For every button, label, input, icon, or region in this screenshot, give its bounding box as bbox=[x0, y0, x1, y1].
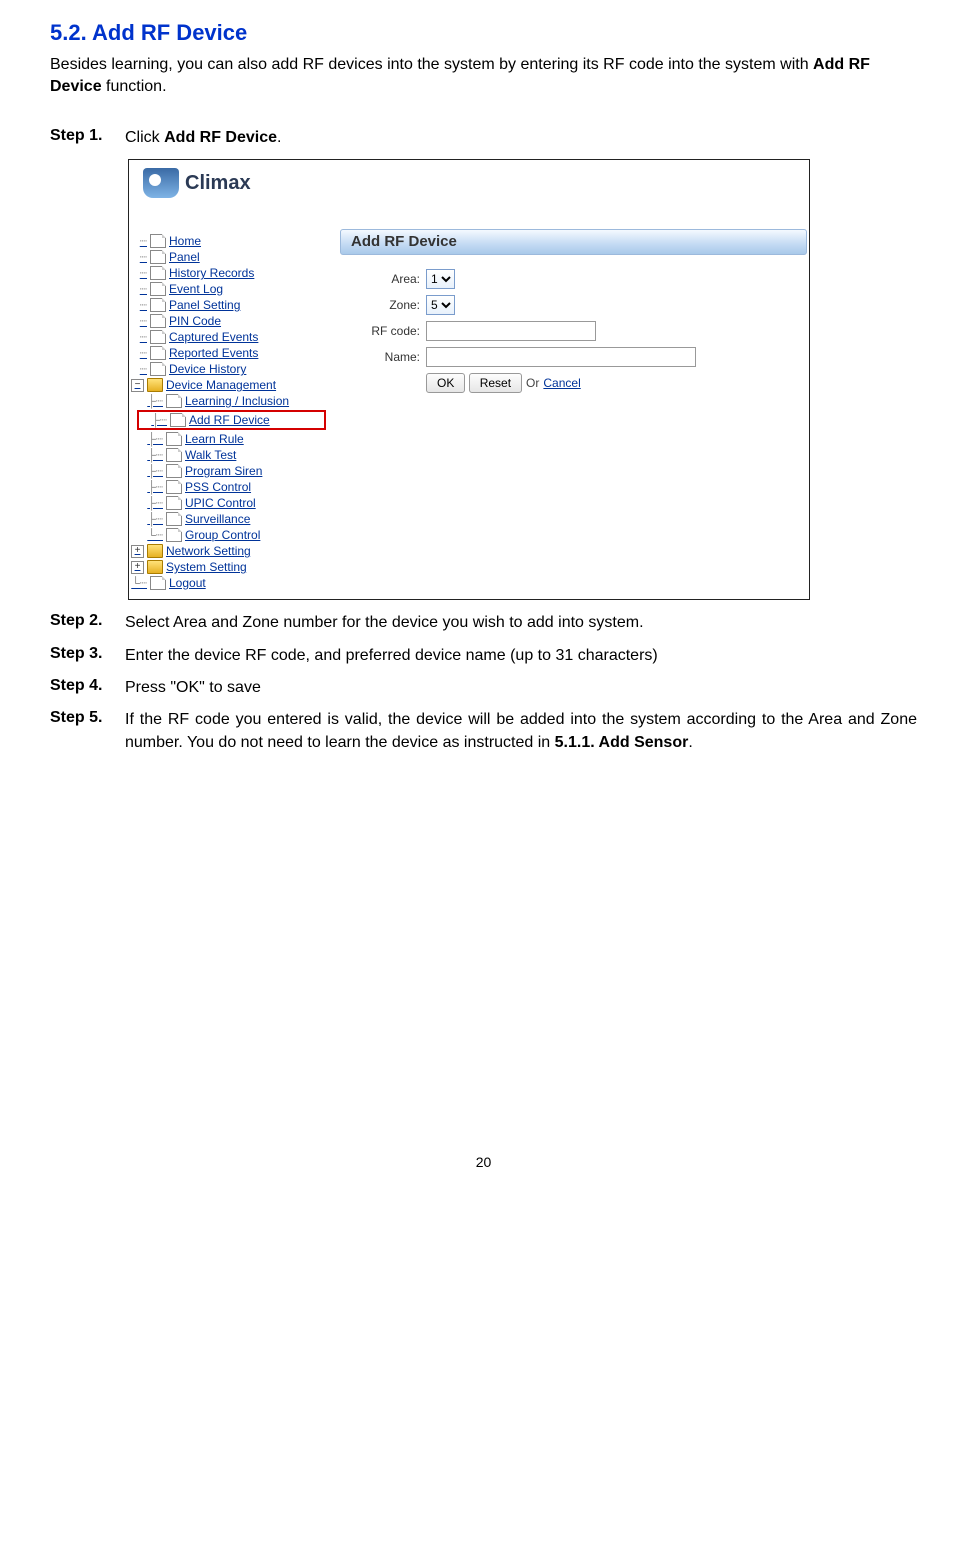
file-icon bbox=[150, 234, 166, 248]
expand-icon[interactable]: + bbox=[131, 545, 144, 558]
step-label: Step 2. bbox=[50, 612, 125, 630]
tree-panel-setting[interactable]: ┈Panel Setting bbox=[131, 297, 326, 313]
tree-upic-control[interactable]: ├┈UPIC Control bbox=[137, 495, 326, 511]
step-label: Step 1. bbox=[50, 127, 125, 145]
logo: Climax bbox=[143, 168, 251, 198]
file-icon bbox=[150, 576, 166, 590]
file-icon bbox=[166, 464, 182, 478]
ok-button[interactable]: OK bbox=[426, 373, 465, 393]
tree-system-setting[interactable]: +System Setting bbox=[131, 559, 326, 575]
step5-bold: 5.1.1. Add Sensor bbox=[555, 734, 689, 751]
collapse-icon[interactable]: − bbox=[131, 379, 144, 392]
file-icon bbox=[150, 250, 166, 264]
step-4: Step 4. Press "OK" to save bbox=[50, 677, 917, 699]
tree-pss-control[interactable]: ├┈PSS Control bbox=[137, 479, 326, 495]
tree-history-records[interactable]: ┈History Records bbox=[131, 265, 326, 281]
intro-paragraph: Besides learning, you can also add RF de… bbox=[50, 54, 917, 99]
logo-text: Climax bbox=[185, 172, 251, 195]
logo-icon bbox=[143, 168, 179, 198]
section-title: 5.2. Add RF Device bbox=[50, 20, 917, 46]
tree-group-control[interactable]: └┈Group Control bbox=[137, 527, 326, 543]
intro-pre: Besides learning, you can also add RF de… bbox=[50, 56, 813, 73]
step5-post: . bbox=[688, 734, 692, 751]
tree-reported-events[interactable]: ┈Reported Events bbox=[131, 345, 326, 361]
screenshot-panel: Climax ┈Home ┈Panel ┈History Records ┈Ev… bbox=[128, 159, 810, 600]
file-icon bbox=[166, 496, 182, 510]
file-icon bbox=[150, 266, 166, 280]
tree-logout[interactable]: └┈Logout bbox=[131, 575, 326, 591]
tree-network-setting[interactable]: +Network Setting bbox=[131, 543, 326, 559]
page-number: 20 bbox=[50, 1154, 917, 1170]
file-icon bbox=[166, 528, 182, 542]
step-5: Step 5. If the RF code you entered is va… bbox=[50, 709, 917, 754]
folder-icon bbox=[147, 378, 163, 392]
tree-surveillance[interactable]: ├┈Surveillance bbox=[137, 511, 326, 527]
tree-program-siren[interactable]: ├┈Program Siren bbox=[137, 463, 326, 479]
tree-add-rf-device[interactable]: ├┈Add RF Device bbox=[141, 412, 322, 428]
or-text: Or bbox=[526, 376, 539, 390]
area-select[interactable]: 1 bbox=[426, 269, 455, 289]
step2-text: Select Area and Zone number for the devi… bbox=[125, 612, 917, 634]
file-icon bbox=[150, 346, 166, 360]
step1-post: . bbox=[277, 129, 281, 146]
file-icon bbox=[166, 432, 182, 446]
tree-captured-events[interactable]: ┈Captured Events bbox=[131, 329, 326, 345]
name-label: Name: bbox=[340, 350, 420, 364]
file-icon bbox=[150, 298, 166, 312]
tree-learning-inclusion[interactable]: ├┈Learning / Inclusion bbox=[137, 393, 326, 409]
file-icon bbox=[166, 480, 182, 494]
step-2: Step 2. Select Area and Zone number for … bbox=[50, 612, 917, 634]
step-1: Step 1. Click Add RF Device. bbox=[50, 127, 917, 149]
screenshot-header: Climax bbox=[129, 160, 809, 229]
name-input[interactable] bbox=[426, 347, 696, 367]
rfcode-input[interactable] bbox=[426, 321, 596, 341]
file-icon bbox=[166, 394, 182, 408]
intro-post: function. bbox=[102, 78, 167, 95]
zone-select[interactable]: 5 bbox=[426, 295, 455, 315]
tree-event-log[interactable]: ┈Event Log bbox=[131, 281, 326, 297]
tree-home[interactable]: ┈Home bbox=[131, 233, 326, 249]
step1-pre: Click bbox=[125, 129, 164, 146]
cancel-link[interactable]: Cancel bbox=[543, 376, 580, 390]
reset-button[interactable]: Reset bbox=[469, 373, 522, 393]
file-icon bbox=[170, 413, 186, 427]
area-label: Area: bbox=[340, 272, 420, 286]
navigation-tree: ┈Home ┈Panel ┈History Records ┈Event Log… bbox=[129, 229, 330, 599]
folder-icon bbox=[147, 544, 163, 558]
step-3: Step 3. Enter the device RF code, and pr… bbox=[50, 645, 917, 667]
step-label: Step 5. bbox=[50, 709, 125, 727]
form-title: Add RF Device bbox=[340, 229, 807, 255]
step-label: Step 4. bbox=[50, 677, 125, 695]
tree-pin-code[interactable]: ┈PIN Code bbox=[131, 313, 326, 329]
folder-icon bbox=[147, 560, 163, 574]
file-icon bbox=[166, 512, 182, 526]
step5-pre: If the RF code you entered is valid, the… bbox=[125, 711, 917, 750]
step3-text: Enter the device RF code, and preferred … bbox=[125, 645, 917, 667]
zone-label: Zone: bbox=[340, 298, 420, 312]
tree-learn-rule[interactable]: ├┈Learn Rule bbox=[137, 431, 326, 447]
step-label: Step 3. bbox=[50, 645, 125, 663]
form-pane: Add RF Device Area: 1 Zone: 5 RF code: N… bbox=[330, 229, 809, 599]
rfcode-label: RF code: bbox=[340, 324, 420, 338]
file-icon bbox=[150, 314, 166, 328]
tree-device-history[interactable]: ┈Device History bbox=[131, 361, 326, 377]
expand-icon[interactable]: + bbox=[131, 561, 144, 574]
highlight-add-rf-device: ├┈Add RF Device bbox=[137, 410, 326, 430]
file-icon bbox=[150, 362, 166, 376]
tree-device-management[interactable]: −Device Management bbox=[131, 377, 326, 393]
step1-bold: Add RF Device bbox=[164, 129, 277, 146]
file-icon bbox=[150, 282, 166, 296]
tree-walk-test[interactable]: ├┈Walk Test bbox=[137, 447, 326, 463]
tree-panel[interactable]: ┈Panel bbox=[131, 249, 326, 265]
step4-text: Press "OK" to save bbox=[125, 677, 917, 699]
file-icon bbox=[150, 330, 166, 344]
file-icon bbox=[166, 448, 182, 462]
